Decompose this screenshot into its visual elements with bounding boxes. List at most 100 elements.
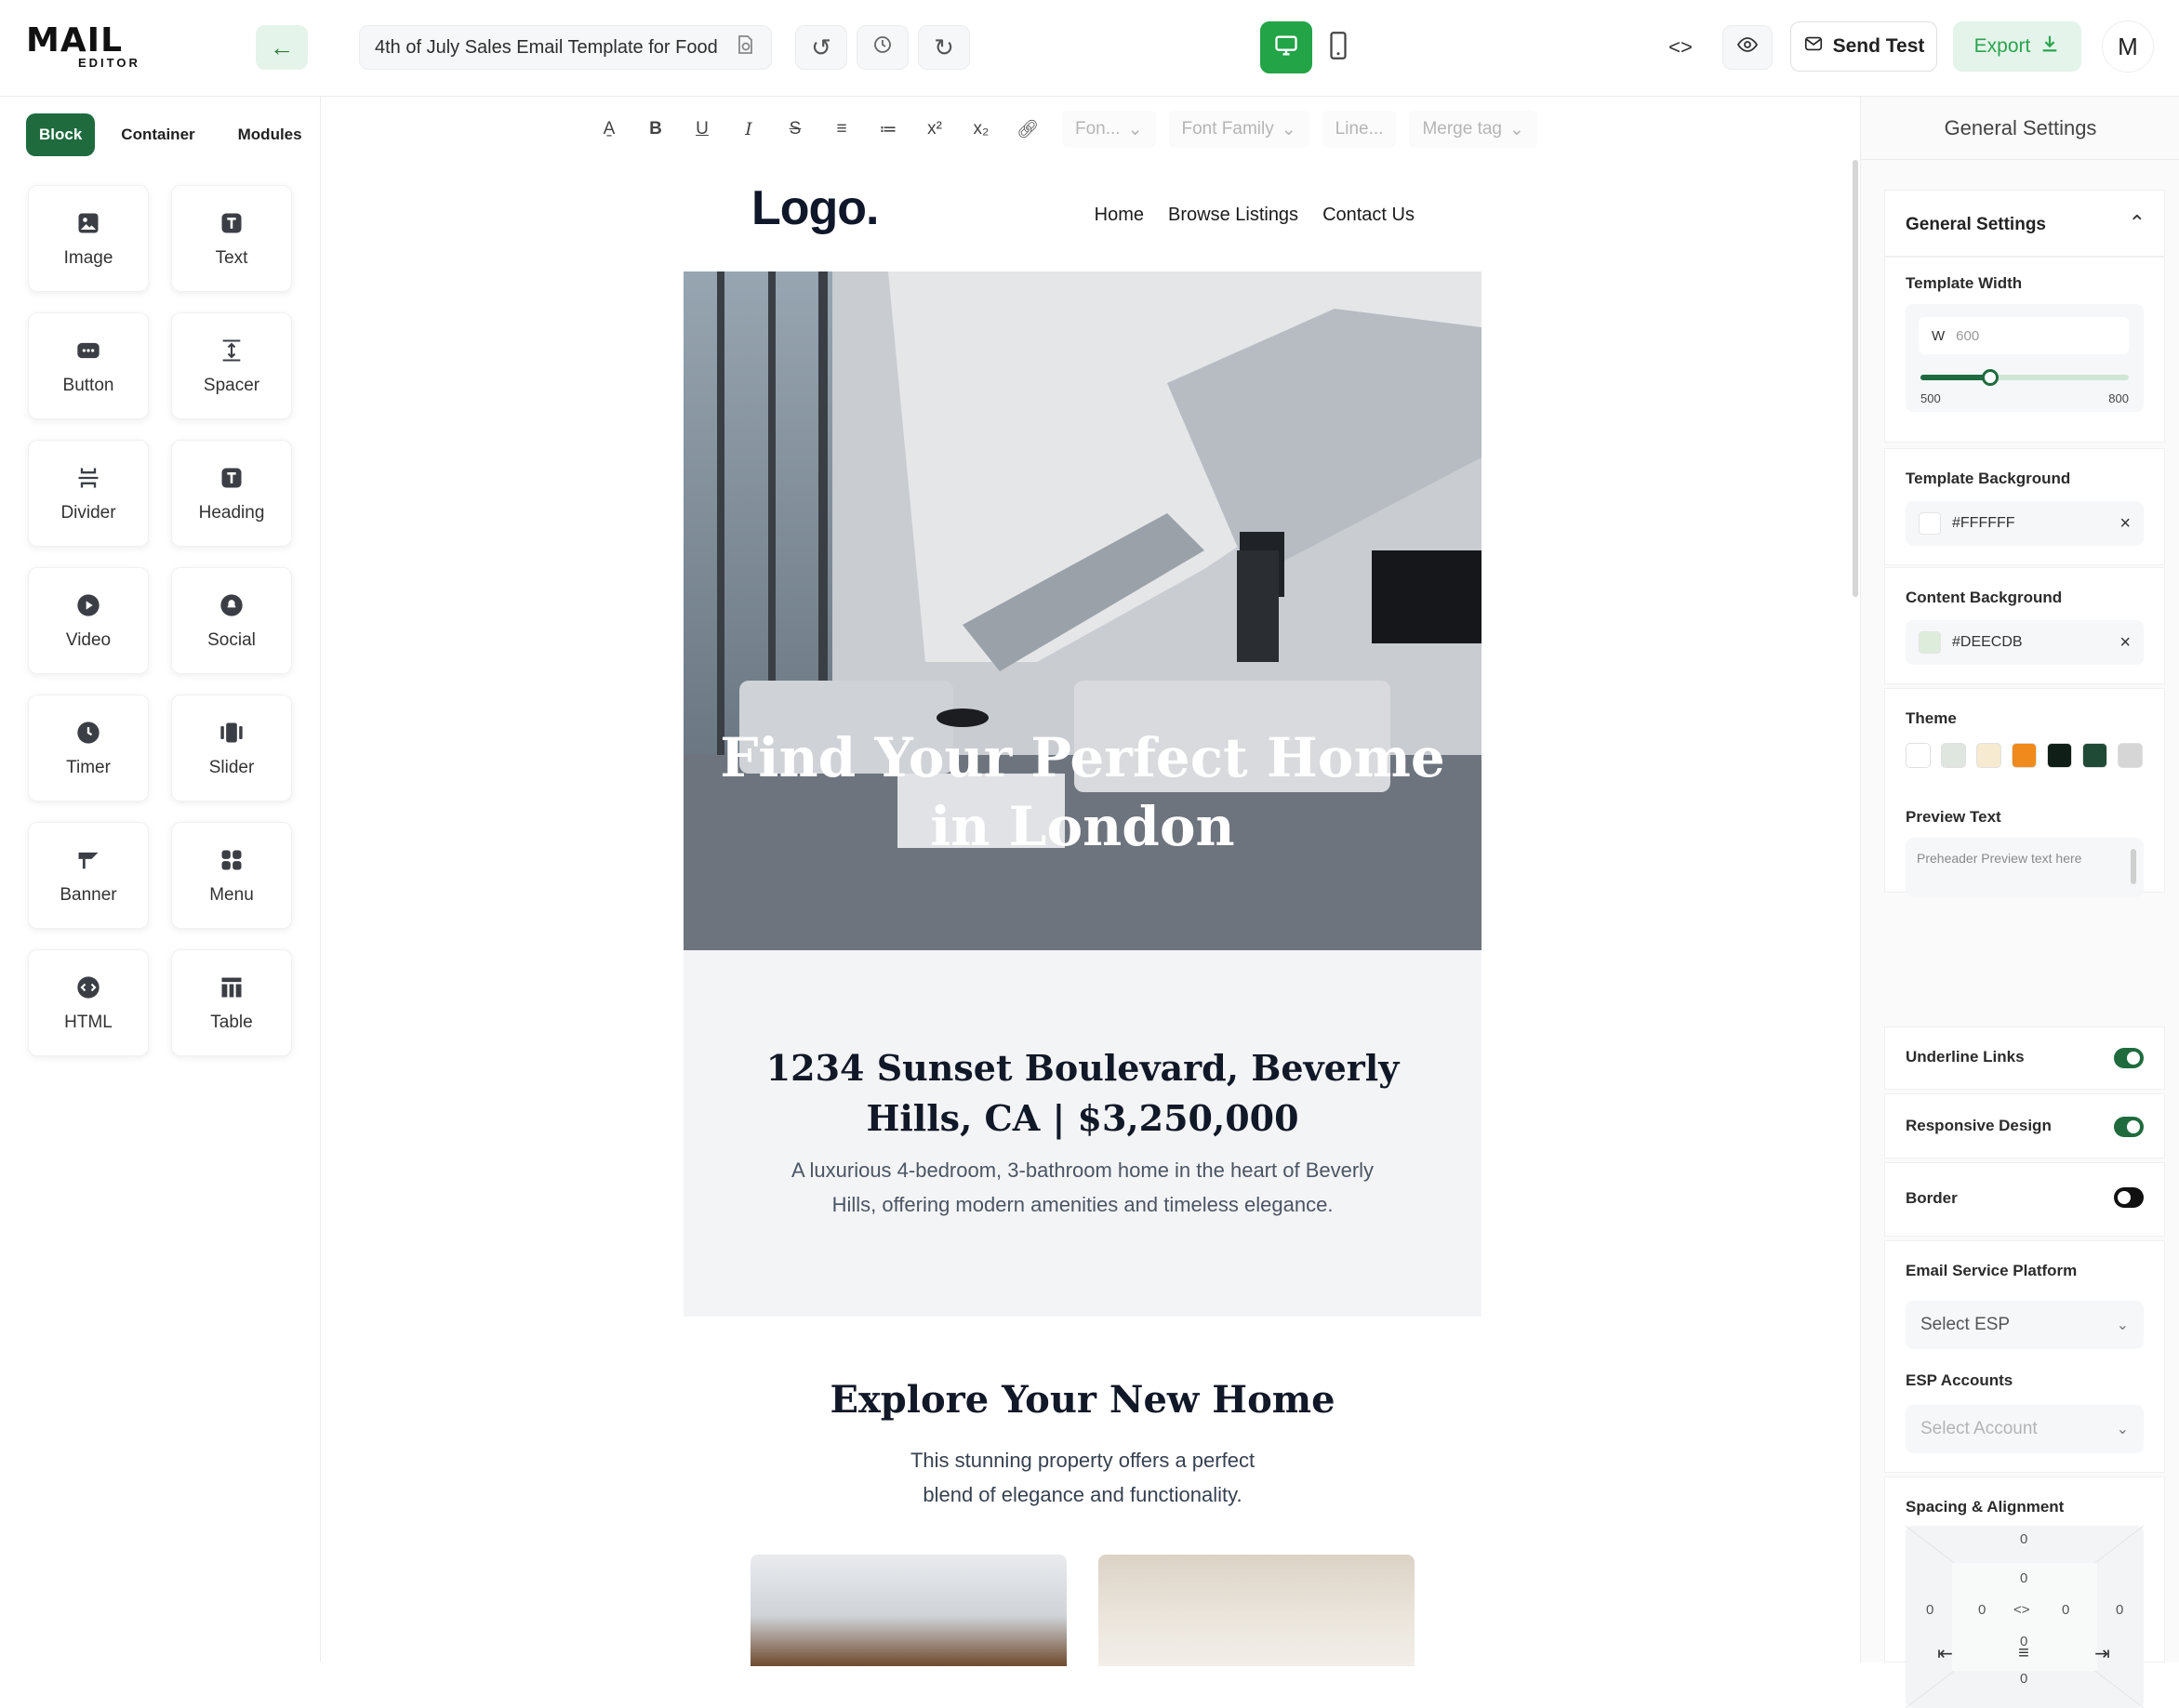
template-name-field[interactable]: 4th of July Sales Email Template for Foo… [359, 25, 772, 70]
align-center-icon[interactable]: ≡ [2018, 1643, 2029, 1664]
esp-select[interactable]: Select ESP ⌄ [1906, 1301, 2144, 1349]
mobile-view-button[interactable] [1321, 25, 1356, 70]
block-social[interactable]: Social [171, 567, 292, 674]
listing-title[interactable]: 1234 Sunset Boulevard, Beverly Hills, CA… [758, 1043, 1407, 1144]
block-spacer[interactable]: Spacer [171, 312, 292, 419]
margin-bottom-value[interactable]: 0 [2020, 1671, 2027, 1687]
explore-title[interactable]: Explore Your New Home [684, 1378, 1481, 1422]
general-settings-header[interactable]: General Settings ⌃ [1884, 190, 2165, 257]
font-color-button[interactable]: A̱ [588, 111, 631, 148]
canvas-scrollbar[interactable] [1853, 160, 1858, 597]
bullet-list-button[interactable]: ≡ [820, 111, 863, 148]
theme-color-4[interactable] [2012, 743, 2037, 768]
color-swatch[interactable] [1919, 512, 1941, 535]
block-table[interactable]: Table [171, 949, 292, 1056]
line-height-select[interactable]: Line... [1322, 111, 1397, 148]
margin-right-value[interactable]: 0 [2116, 1602, 2123, 1618]
history-button[interactable] [857, 25, 909, 70]
listing-description[interactable]: A luxurious 4-bedroom, 3-bathroom home i… [767, 1153, 1398, 1222]
padding-left-value[interactable]: 0 [1978, 1602, 1986, 1618]
theme-color-7[interactable] [2118, 743, 2143, 768]
theme-color-3[interactable] [1976, 743, 2001, 768]
padding-top-value[interactable]: 0 [2020, 1570, 2027, 1586]
padding-right-value[interactable]: 0 [2062, 1602, 2069, 1618]
block-slider[interactable]: Slider [171, 695, 292, 801]
block-banner[interactable]: Banner [28, 822, 149, 929]
theme-color-2[interactable] [1941, 743, 1966, 768]
clear-icon[interactable]: × [2119, 513, 2131, 535]
nav-contact-us[interactable]: Contact Us [1322, 205, 1415, 226]
theme-label: Theme [1906, 709, 1957, 727]
redo-icon: ↻ [934, 33, 954, 61]
merge-tag-select[interactable]: Merge tag ⌄ [1409, 111, 1537, 148]
email-nav[interactable]: Home Browse Listings Contact Us [1095, 205, 1415, 226]
align-left-icon[interactable]: ⇤ [1937, 1642, 1953, 1665]
color-swatch[interactable] [1919, 631, 1941, 654]
user-avatar[interactable]: M [2102, 20, 2154, 73]
block-text[interactable]: Text [171, 185, 292, 292]
align-right-icon[interactable]: ⇥ [2094, 1642, 2110, 1665]
email-logo[interactable]: Logo. [751, 180, 880, 236]
italic-button[interactable]: I [727, 111, 770, 148]
template-width-input[interactable]: W 600 [1919, 317, 2129, 354]
clear-icon[interactable]: × [2119, 632, 2131, 654]
superscript-button[interactable]: x² [913, 111, 956, 148]
border-toggle[interactable] [2114, 1187, 2144, 1208]
underline-button[interactable]: U [681, 111, 724, 148]
template-background-field[interactable]: #FFFFFF × [1906, 501, 2144, 546]
theme-color-6[interactable] [2082, 743, 2107, 768]
bold-button[interactable]: B [634, 111, 677, 148]
block-image[interactable]: Image [28, 185, 149, 292]
responsive-design-toggle[interactable] [2114, 1117, 2144, 1137]
tab-modules[interactable]: Modules [221, 113, 319, 156]
export-button[interactable]: Export [1953, 21, 2081, 72]
desktop-view-button[interactable] [1260, 21, 1312, 73]
email-header[interactable]: Logo. Home Browse Listings Contact Us [684, 160, 1481, 271]
margin-left-value[interactable]: 0 [1926, 1602, 1933, 1618]
block-video[interactable]: Video [28, 567, 149, 674]
template-width-slider[interactable] [1920, 369, 2129, 386]
font-size-select[interactable]: Fon... ⌄ [1062, 111, 1156, 148]
preview-button[interactable] [1722, 25, 1773, 70]
block-timer[interactable]: Timer [28, 695, 149, 801]
subscript-button[interactable]: x₂ [960, 111, 1003, 148]
explore-description[interactable]: This stunning property offers a perfect … [887, 1443, 1278, 1512]
hero-banner[interactable]: Find Your Perfect Home in London [684, 271, 1481, 950]
font-family-select[interactable]: Font Family ⌄ [1168, 111, 1309, 148]
html-icon [74, 973, 102, 1001]
esp-label: Email Service Platform [1906, 1262, 2078, 1279]
gallery-image-1[interactable] [751, 1555, 1067, 1666]
link-spacing-icon[interactable]: <> [2013, 1602, 2030, 1618]
theme-color-5[interactable] [2047, 743, 2072, 768]
undo-button[interactable]: ↺ [795, 25, 847, 70]
chevron-up-icon[interactable]: ⌃ [2129, 211, 2146, 235]
theme-color-1[interactable] [1906, 743, 1931, 768]
preview-scrollbar[interactable] [2131, 849, 2136, 884]
listing-section[interactable]: 1234 Sunset Boulevard, Beverly Hills, CA… [684, 950, 1481, 1317]
slider-thumb[interactable] [1981, 369, 1999, 386]
content-background-field[interactable]: #DEECDB × [1906, 620, 2144, 665]
back-button[interactable]: ← [256, 25, 308, 70]
block-divider[interactable]: Divider [28, 440, 149, 547]
link-button[interactable]: 🔗︎ [1006, 111, 1049, 148]
tab-container[interactable]: Container [104, 113, 211, 156]
block-heading[interactable]: Heading [171, 440, 292, 547]
tab-block[interactable]: Block [26, 113, 96, 156]
email-template[interactable]: Logo. Home Browse Listings Contact Us Fi… [684, 160, 1481, 1666]
nav-home[interactable]: Home [1095, 205, 1144, 226]
preview-text-input[interactable]: Preheader Preview text here [1906, 838, 2144, 897]
code-view-button[interactable]: <> [1657, 25, 1704, 70]
gallery-image-2[interactable] [1098, 1555, 1415, 1666]
block-html[interactable]: HTML [28, 949, 149, 1056]
block-menu[interactable]: Menu [171, 822, 292, 929]
block-button[interactable]: Button [28, 312, 149, 419]
nav-browse-listings[interactable]: Browse Listings [1168, 205, 1298, 226]
send-test-button[interactable]: Send Test [1790, 21, 1937, 72]
redo-button[interactable]: ↻ [918, 25, 970, 70]
esp-accounts-select[interactable]: Select Account ⌄ [1906, 1405, 2144, 1453]
strikethrough-button[interactable]: S [774, 111, 817, 148]
margin-top-value[interactable]: 0 [2020, 1531, 2027, 1547]
numbered-list-button[interactable]: ≔ [867, 111, 910, 148]
underline-links-toggle[interactable] [2114, 1048, 2144, 1068]
hero-title[interactable]: Find Your Perfect Home in London [684, 723, 1481, 861]
